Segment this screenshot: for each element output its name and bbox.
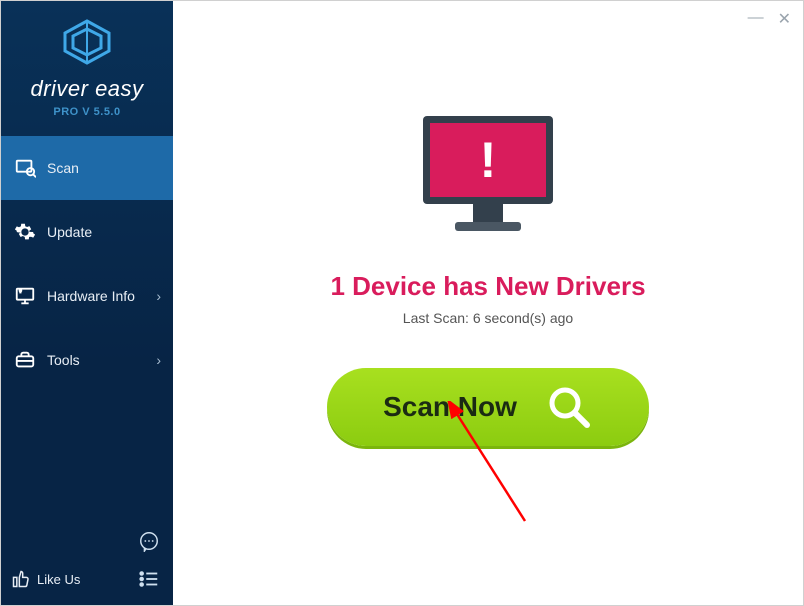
brand-block: driver easy PRO V 5.5.0 xyxy=(1,1,173,128)
monitor-alert-icon: ! xyxy=(413,111,563,243)
sidebar-item-label: Scan xyxy=(47,160,79,176)
toolbox-icon xyxy=(13,348,37,372)
sidebar-footer: Like Us xyxy=(1,519,173,605)
chevron-right-icon: › xyxy=(156,288,161,304)
brand-name: driver easy xyxy=(11,76,163,102)
sidebar-item-scan[interactable]: Scan xyxy=(1,136,173,200)
brand-version: PRO V 5.5.0 xyxy=(11,106,163,118)
sidebar-item-label: Tools xyxy=(47,352,80,368)
sidebar-item-update[interactable]: Update xyxy=(1,200,173,264)
sidebar-item-label: Update xyxy=(47,224,92,240)
app-window: driver easy PRO V 5.5.0 Scan xyxy=(1,1,803,605)
minimize-button[interactable]: — xyxy=(748,9,764,29)
svg-text:!: ! xyxy=(480,132,497,188)
titlebar-controls: — ✕ xyxy=(736,1,803,37)
gear-icon xyxy=(13,220,37,244)
like-us-label: Like Us xyxy=(37,572,80,587)
status-headline: 1 Device has New Drivers xyxy=(330,271,645,302)
menu-list-icon[interactable] xyxy=(135,565,163,593)
sidebar: driver easy PRO V 5.5.0 Scan xyxy=(1,1,173,605)
monitor-info-icon: i xyxy=(13,284,37,308)
main-panel: — ✕ ! 1 Device has New Drivers Last Scan… xyxy=(173,1,803,605)
sidebar-item-label: Hardware Info xyxy=(47,288,135,304)
scan-now-label: Scan Now xyxy=(383,391,517,423)
sidebar-nav: Scan Update i xyxy=(1,136,173,519)
scan-now-button[interactable]: Scan Now xyxy=(327,368,649,446)
thumbs-up-icon xyxy=(11,569,31,589)
scan-icon xyxy=(13,156,37,180)
like-us-button[interactable]: Like Us xyxy=(11,569,80,589)
chevron-right-icon: › xyxy=(156,352,161,368)
magnifier-icon xyxy=(545,383,593,431)
close-button[interactable]: ✕ xyxy=(778,9,791,29)
feedback-icon[interactable] xyxy=(135,527,163,555)
status-graphic: ! 1 Device has New Drivers Last Scan: 6 … xyxy=(327,111,649,446)
sidebar-item-tools[interactable]: Tools › xyxy=(1,328,173,392)
last-scan-text: Last Scan: 6 second(s) ago xyxy=(403,310,573,326)
sidebar-item-hardware-info[interactable]: i Hardware Info › xyxy=(1,264,173,328)
app-logo-icon xyxy=(61,19,113,65)
